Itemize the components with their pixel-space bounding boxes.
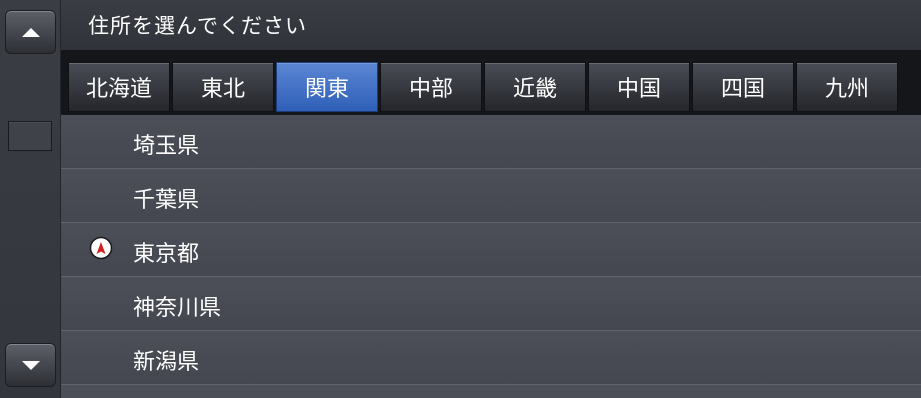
list-item-label: 新潟県 — [133, 350, 200, 375]
tab-tohoku[interactable]: 東北 — [172, 62, 274, 112]
tab-kyushu[interactable]: 九州 — [796, 62, 898, 112]
tab-chugoku[interactable]: 中国 — [588, 62, 690, 112]
scroll-down-button[interactable] — [5, 343, 56, 387]
tab-kinki[interactable]: 近畿 — [484, 62, 586, 112]
prefecture-list: 埼玉県 千葉県 東京都 神奈川県 新潟県 — [61, 115, 921, 385]
list-item-label: 東京都 — [133, 242, 200, 267]
page-title: 住所を選んでください — [88, 14, 307, 38]
list-item[interactable]: 埼玉県 — [61, 115, 921, 169]
list-item[interactable]: 神奈川県 — [61, 277, 921, 331]
list-item[interactable]: 新潟県 — [61, 331, 921, 385]
arrow-up-icon — [21, 27, 40, 37]
tab-chubu[interactable]: 中部 — [380, 62, 482, 112]
header-bar: 住所を選んでください — [61, 0, 921, 50]
list-item[interactable]: 東京都 — [61, 223, 921, 277]
current-location-icon — [89, 236, 113, 260]
scroll-thumb[interactable] — [8, 121, 52, 151]
list-item-label: 千葉県 — [133, 188, 200, 213]
scroll-up-button[interactable] — [5, 10, 56, 54]
tab-hokkaido[interactable]: 北海道 — [68, 62, 170, 112]
tab-kanto[interactable]: 関東 — [276, 62, 378, 112]
region-tab-strip: 北海道 東北 関東 中部 近畿 中国 四国 九州 — [61, 50, 921, 115]
list-bottom-edge — [61, 385, 921, 398]
tab-shikoku[interactable]: 四国 — [692, 62, 794, 112]
list-item[interactable]: 千葉県 — [61, 169, 921, 223]
list-item-label: 埼玉県 — [133, 134, 200, 159]
arrow-down-icon — [21, 360, 40, 370]
list-item-label: 神奈川県 — [133, 296, 222, 321]
address-select-screen: 住所を選んでください 北海道 東北 関東 中部 近畿 中国 四国 九州 埼玉県 … — [0, 0, 921, 398]
scroll-column — [0, 0, 61, 398]
